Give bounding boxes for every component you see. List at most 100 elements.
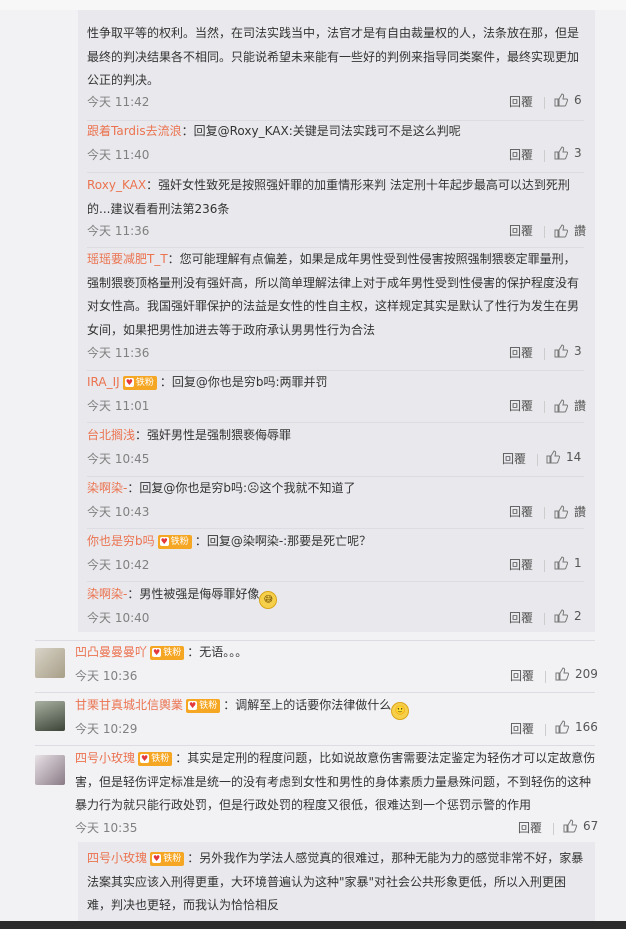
comment-time: 今天 11:01	[87, 399, 150, 413]
divider	[544, 613, 545, 625]
like-button[interactable]: 6	[554, 93, 582, 107]
main-comment: 凹凸曼曼曼吖 ♥ 铁粉 ：无语。。。	[75, 645, 248, 660]
comment-time: 今天 10:40	[87, 611, 150, 625]
comment-time: 今天 11:42	[87, 95, 150, 109]
thumbs-up-icon	[554, 146, 569, 160]
like-count: 14	[566, 450, 582, 464]
like-button[interactable]: 14	[546, 450, 581, 464]
comment-time: 今天 10:35	[75, 821, 138, 835]
like-button[interactable]: 讚	[554, 503, 586, 520]
divider	[553, 823, 554, 835]
reply-button[interactable]: 回覆	[518, 819, 542, 836]
like-count: 67	[583, 819, 599, 833]
comment-meta: 今天 10:36 回覆 209	[75, 667, 598, 687]
comment-text: 性争取平等的权利。当然，在司法实践当中，法官才是有自由裁量权的人，法条放在那，但…	[87, 26, 580, 87]
nested-comment: 染啊染-：回复@你也是穷b吗:☹这个我就不知道了	[87, 481, 356, 495]
like-button[interactable]: 讚	[554, 222, 586, 239]
user-name-link[interactable]: 染啊染-	[87, 481, 127, 495]
divider	[544, 401, 545, 413]
reply-button[interactable]: 回覆	[502, 450, 526, 467]
comment-meta: 今天 11:01 回覆 讚	[87, 397, 586, 417]
user-name-link[interactable]: 四号小玫瑰	[75, 751, 135, 765]
like-button[interactable]: 209	[555, 667, 598, 681]
like-count: 讚	[574, 224, 587, 238]
divider	[544, 150, 545, 162]
fan-badge: ♥ 铁粉	[157, 535, 192, 549]
user-name-link[interactable]: IRA_IJ	[87, 375, 120, 389]
comment-time: 今天 10:42	[87, 558, 150, 572]
user-name-link[interactable]: 凹凸曼曼曼吖	[75, 645, 147, 659]
thumbs-up-icon	[554, 399, 569, 413]
like-button[interactable]: 3	[554, 146, 582, 160]
user-name-link[interactable]: Roxy_KAX	[87, 178, 146, 192]
reply-button[interactable]: 回覆	[509, 556, 533, 573]
user-name-link[interactable]: 瑶瑶要减肥T_T	[87, 252, 168, 266]
reply-button[interactable]: 回覆	[509, 222, 533, 239]
like-count: 1	[574, 556, 582, 570]
reply-button[interactable]: 回覆	[509, 503, 533, 520]
fan-badge: ♥ 铁粉	[138, 752, 173, 766]
fan-badge: ♥ 铁粉	[186, 699, 221, 713]
user-avatar[interactable]	[35, 648, 65, 678]
comment-meta: 今天 10:42 回覆 1	[87, 556, 584, 576]
like-count: 6	[574, 93, 582, 107]
fan-badge: ♥ 铁粉	[122, 376, 157, 390]
like-count: 讚	[574, 399, 587, 413]
fan-badge: ♥ 铁粉	[150, 852, 185, 866]
thumbs-up-icon	[554, 505, 569, 519]
divider-line	[87, 528, 584, 529]
reply-button[interactable]: 回覆	[510, 720, 534, 737]
nested-comment: 染啊染-：男性被强是侮辱罪好像 😅	[87, 583, 587, 609]
like-count: 3	[574, 146, 582, 160]
user-name-link[interactable]: 四号小玫瑰	[87, 851, 147, 865]
divider-line	[35, 692, 595, 693]
user-avatar[interactable]	[35, 701, 65, 731]
nested-comment: IRA_IJ ♥ 铁粉 ：回复@你也是穷b吗:两罪并罚	[87, 375, 328, 390]
nested-comment: 四号小玫瑰 ♥ 铁粉 ：另外我作为学法人感觉真的很难过，那种无能为力的感觉非常不好，家…	[87, 851, 584, 912]
like-button[interactable]: 3	[554, 344, 582, 358]
smile-emoji-icon: 🙂	[391, 702, 410, 720]
divider-line	[35, 745, 595, 746]
divider	[545, 724, 546, 736]
user-name-link[interactable]: 染啊染-	[87, 587, 127, 601]
reply-button[interactable]: 回覆	[509, 609, 533, 626]
like-button[interactable]: 67	[563, 819, 598, 833]
user-avatar[interactable]	[35, 755, 65, 785]
comment-time: 今天 10:45	[87, 452, 150, 466]
comment-time: 今天 10:36	[75, 669, 138, 683]
user-name-link[interactable]: 跟着Tardis去流浪	[87, 124, 182, 138]
divider-line	[87, 581, 584, 582]
user-name-link[interactable]: 你也是穷b吗	[87, 534, 155, 548]
nested-comment: Roxy_KAX：强奸女性致死是按照强奸罪的加重情形来判 法定刑十年起步最高可以…	[87, 178, 570, 216]
comment-meta: 今天 11:36 回覆 3	[87, 344, 584, 364]
nested-comment: 你也是穷b吗 ♥ 铁粉 ：回复@染啊染-:那要是死亡呢？	[87, 534, 372, 549]
divider	[544, 560, 545, 572]
user-name-link[interactable]: 台北搁浅	[87, 428, 135, 442]
reply-button[interactable]: 回覆	[509, 93, 533, 110]
thumbs-up-icon	[555, 720, 570, 734]
thumbs-up-icon	[554, 93, 569, 107]
comment-meta: 今天 10:40 回覆 2	[87, 609, 584, 629]
like-button[interactable]: 2	[554, 609, 582, 623]
like-button[interactable]: 1	[554, 556, 582, 570]
reply-button[interactable]: 回覆	[509, 146, 533, 163]
divider	[544, 507, 545, 519]
comment-meta: 今天 10:35 回覆 67	[75, 819, 605, 839]
comment-time: 今天 10:43	[87, 505, 150, 519]
comment-time: 今天 11:36	[87, 224, 150, 238]
divider	[544, 226, 545, 238]
thumbs-up-icon	[554, 224, 569, 238]
like-button[interactable]: 166	[555, 720, 598, 734]
nested-comment: 瑶瑶要减肥T_T：您可能理解有点偏差，如果是成年男性受到性侵害按照强制猥亵定罪量…	[87, 252, 580, 337]
like-button[interactable]: 讚	[554, 397, 586, 414]
thumbs-up-icon	[546, 450, 561, 464]
reply-button[interactable]: 回覆	[510, 667, 534, 684]
like-count: 3	[574, 344, 582, 358]
thumbs-up-icon	[554, 556, 569, 570]
user-name-link[interactable]: 甘栗甘真城北信輿業	[75, 698, 183, 712]
like-count: 讚	[574, 505, 587, 519]
divider-line	[87, 422, 584, 423]
like-count: 209	[575, 667, 598, 681]
reply-button[interactable]: 回覆	[509, 397, 533, 414]
reply-button[interactable]: 回覆	[509, 344, 533, 361]
